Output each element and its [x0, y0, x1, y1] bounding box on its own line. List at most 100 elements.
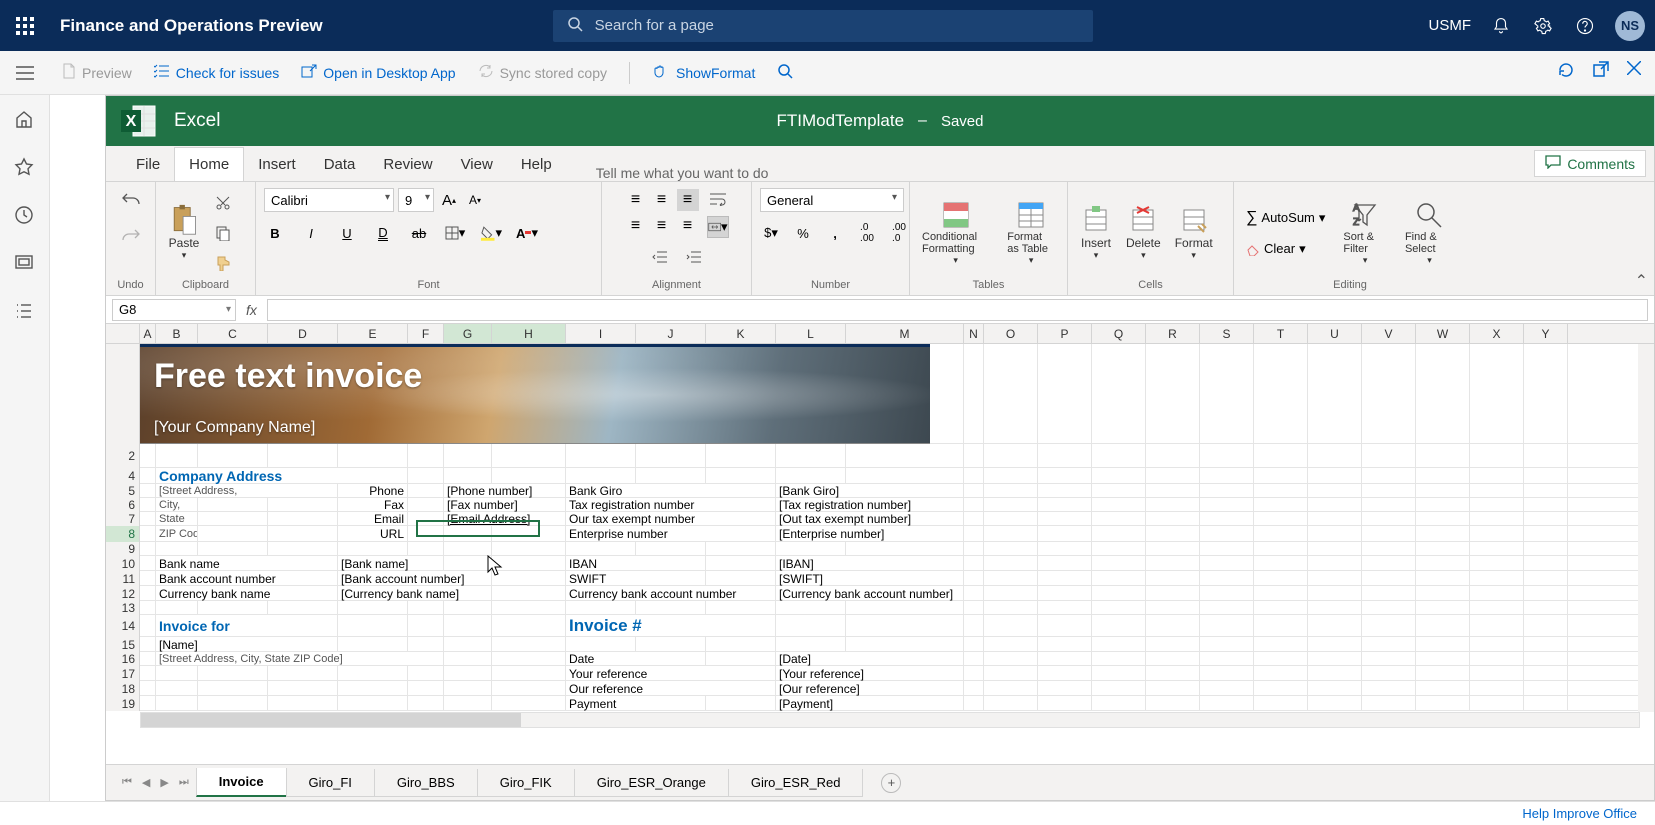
tab-data[interactable]: Data [310, 148, 370, 181]
comments-button[interactable]: Comments [1534, 150, 1646, 177]
workspaces-icon[interactable] [14, 253, 36, 275]
popout-icon[interactable] [1593, 61, 1609, 84]
column-header-H[interactable]: H [492, 324, 566, 343]
tab-file[interactable]: File [122, 148, 174, 181]
column-header-P[interactable]: P [1038, 324, 1092, 343]
currency-button[interactable]: $▾ [760, 222, 782, 244]
tab-review[interactable]: Review [369, 148, 446, 181]
merge-center-button[interactable]: ▾ [707, 216, 729, 238]
column-header-V[interactable]: V [1362, 324, 1416, 343]
column-header-J[interactable]: J [636, 324, 706, 343]
double-underline-button[interactable]: D [372, 222, 394, 244]
cell-B11[interactable]: Bank account number [156, 571, 338, 586]
row-header-19[interactable]: 19 [106, 696, 140, 711]
cell-I6[interactable]: Tax registration number [566, 498, 776, 512]
format-painter-button[interactable] [212, 252, 234, 274]
row-header-15[interactable]: 15 [106, 637, 140, 652]
decrease-font-button[interactable]: A▾ [464, 189, 486, 211]
check-issues-button[interactable]: Check for issues [154, 64, 279, 81]
decrease-indent-button[interactable] [649, 246, 671, 268]
increase-indent-button[interactable] [683, 246, 705, 268]
align-bottom-left[interactable]: ≡ [625, 215, 647, 237]
company-code[interactable]: USMF [1429, 17, 1472, 34]
tab-help[interactable]: Help [507, 148, 566, 181]
column-header-Q[interactable]: Q [1092, 324, 1146, 343]
sheet-tab-giro-bbs[interactable]: Giro_BBS [374, 769, 478, 797]
cell-B15[interactable]: [Name] [156, 637, 338, 652]
column-header-T[interactable]: T [1254, 324, 1308, 343]
column-header-W[interactable]: W [1416, 324, 1470, 343]
column-header-B[interactable]: B [156, 324, 198, 343]
percent-button[interactable]: % [792, 222, 814, 244]
collapse-ribbon-icon[interactable]: ⌃ [1635, 271, 1648, 291]
tab-insert[interactable]: Insert [244, 148, 310, 181]
search-command-button[interactable] [777, 63, 793, 82]
italic-button[interactable]: I [300, 222, 322, 244]
cell-I7[interactable]: Our tax exempt number [566, 512, 776, 526]
row-header-[interactable] [106, 344, 140, 444]
fill-color-button[interactable]: ▾ [480, 222, 502, 244]
column-header-A[interactable]: A [140, 324, 156, 343]
preview-button[interactable]: Preview [62, 63, 132, 82]
column-header-K[interactable]: K [706, 324, 776, 343]
decrease-decimal-button[interactable]: .00.0 [888, 222, 910, 244]
format-cells-button[interactable]: Format▾ [1171, 202, 1217, 263]
row-header-17[interactable]: 17 [106, 666, 140, 681]
favorites-star-icon[interactable] [14, 157, 36, 179]
row-header-4[interactable]: 4 [106, 468, 140, 484]
cell-I16[interactable]: Date [566, 652, 706, 666]
fx-icon[interactable]: fx [246, 302, 257, 318]
column-header-O[interactable]: O [984, 324, 1038, 343]
undo-button[interactable] [120, 188, 142, 210]
tab-view[interactable]: View [447, 148, 507, 181]
cell-B14[interactable]: Invoice for [156, 615, 338, 637]
cell-I14[interactable]: Invoice # [566, 615, 776, 637]
settings-gear-icon[interactable] [1531, 14, 1555, 38]
cell-L19[interactable]: [Payment] [776, 696, 964, 711]
cell-L17[interactable]: [Your reference] [776, 666, 964, 681]
cell-L10[interactable]: [IBAN] [776, 556, 964, 571]
cell-B6[interactable]: City, [156, 498, 198, 512]
home-icon[interactable] [14, 109, 36, 131]
cell-I17[interactable]: Your reference [566, 666, 776, 681]
clear-button[interactable]: Clear▾ [1242, 239, 1329, 259]
cell-L5[interactable]: [Bank Giro] [776, 484, 964, 498]
column-header-E[interactable]: E [338, 324, 408, 343]
sheet-prev-icon[interactable]: ◀ [142, 776, 150, 789]
conditional-formatting-button[interactable]: Conditional Formatting▾ [918, 197, 993, 268]
align-top-left[interactable]: ≡ [625, 189, 647, 211]
refresh-icon[interactable] [1557, 61, 1575, 84]
bold-button[interactable]: B [264, 222, 286, 244]
name-box[interactable]: G8 [112, 299, 236, 321]
row-header-2[interactable]: 2 [106, 444, 140, 468]
show-format-button[interactable]: ShowFormat [652, 64, 755, 81]
search-input[interactable]: Search for a page [553, 10, 1093, 42]
cell-L7[interactable]: [Out tax exempt number] [776, 512, 964, 526]
cell-B12[interactable]: Currency bank name [156, 586, 338, 601]
row-header-18[interactable]: 18 [106, 681, 140, 696]
column-header-G[interactable]: G [444, 324, 492, 343]
notifications-icon[interactable] [1489, 14, 1513, 38]
cell-E5[interactable]: Phone [338, 484, 408, 498]
insert-cells-button[interactable]: Insert▾ [1076, 202, 1116, 263]
sheet-next-icon[interactable]: ▶ [160, 776, 168, 789]
cell-I19[interactable]: Payment [566, 696, 706, 711]
user-avatar[interactable]: NS [1615, 11, 1645, 41]
modules-list-icon[interactable] [14, 301, 36, 323]
cell-G6[interactable]: [Fax number] [444, 498, 566, 512]
help-improve-link[interactable]: Help Improve Office [1522, 806, 1637, 821]
select-all-corner[interactable] [106, 324, 140, 343]
align-top-right[interactable]: ≡ [677, 189, 699, 211]
spreadsheet-grid[interactable]: ABCDEFGHIJKLMNOPQRSTUVWXY 24Company Addr… [106, 324, 1654, 764]
column-header-N[interactable]: N [964, 324, 984, 343]
format-as-table-button[interactable]: Format as Table▾ [1003, 197, 1059, 268]
recent-clock-icon[interactable] [14, 205, 36, 227]
cell-L16[interactable]: [Date] [776, 652, 964, 666]
cell-E6[interactable]: Fax [338, 498, 408, 512]
increase-decimal-button[interactable]: .0.00 [856, 222, 878, 244]
paste-button[interactable]: Paste ▾ [164, 202, 204, 263]
hamburger-menu-icon[interactable] [0, 51, 50, 95]
redo-button[interactable] [120, 224, 142, 246]
cell-B8[interactable]: ZIP Code] [156, 526, 198, 542]
column-header-D[interactable]: D [268, 324, 338, 343]
